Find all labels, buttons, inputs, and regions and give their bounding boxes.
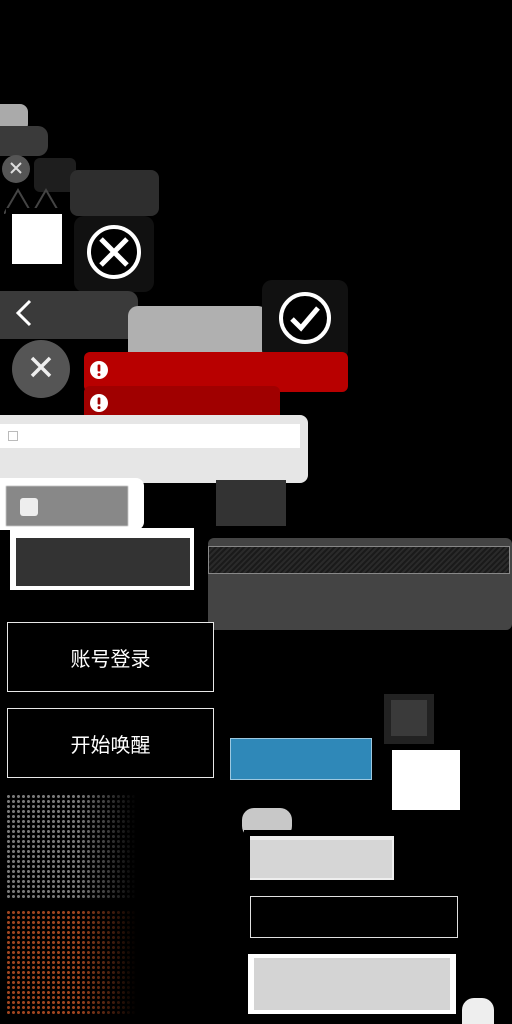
orange-dot-texture xyxy=(6,910,136,1014)
circle-close-button[interactable] xyxy=(74,216,154,292)
exclamation-icon xyxy=(90,361,108,383)
gray-close-button[interactable] xyxy=(12,340,70,398)
white-corner-blob xyxy=(462,998,494,1024)
hatched-bar xyxy=(208,546,510,574)
account-login-button[interactable]: 账号登录 xyxy=(7,622,214,692)
blue-bar xyxy=(230,738,372,780)
chevron-left-icon xyxy=(14,298,34,332)
white-square-right xyxy=(384,744,468,818)
dark-tile-3 xyxy=(70,170,159,216)
dark-input[interactable] xyxy=(16,538,190,586)
black-input[interactable] xyxy=(250,896,458,938)
check-circle-icon xyxy=(277,290,333,350)
checkbox-small[interactable] xyxy=(8,431,18,441)
exclamation-icon xyxy=(90,394,108,416)
dark-square xyxy=(216,480,286,526)
circle-close-icon xyxy=(85,223,143,285)
start-wake-label: 开始唤醒 xyxy=(70,732,151,757)
start-wake-button[interactable]: 开始唤醒 xyxy=(7,708,214,778)
account-login-label: 账号登录 xyxy=(70,646,151,671)
dark-tile xyxy=(0,126,48,156)
white-square xyxy=(6,208,68,270)
white-bar xyxy=(0,424,300,448)
close-icon xyxy=(29,355,53,383)
light-panel-fill xyxy=(254,958,450,1010)
small-close-button[interactable] xyxy=(2,155,30,183)
slider-knob[interactable] xyxy=(20,498,38,516)
close-icon xyxy=(9,160,23,179)
check-button[interactable] xyxy=(262,280,348,360)
small-dark-square-inner xyxy=(391,700,427,736)
gray-dot-texture xyxy=(6,794,136,898)
light-gray-bar-fill xyxy=(250,840,392,878)
back-bar[interactable] xyxy=(0,291,138,339)
